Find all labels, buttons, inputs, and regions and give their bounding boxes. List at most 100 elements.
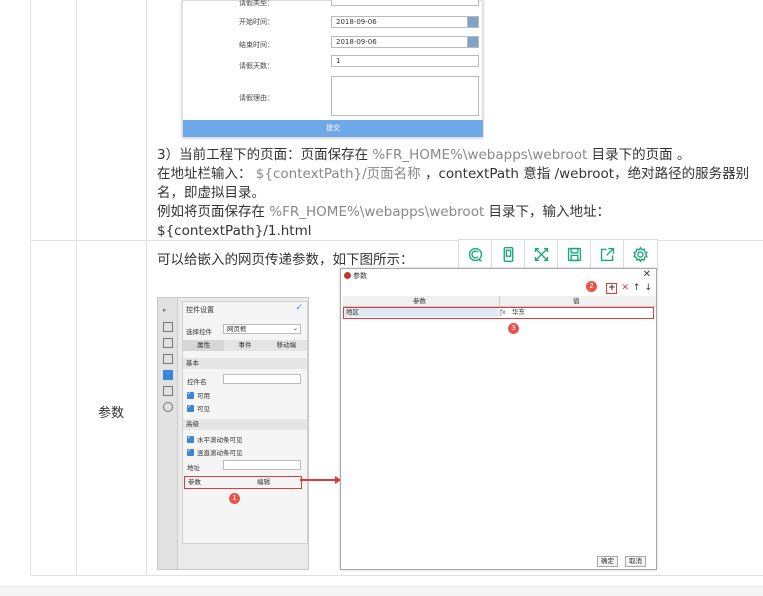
- widget-select[interactable]: 网页框 ⌄: [223, 324, 301, 334]
- grid-header: 参数 值: [343, 296, 656, 307]
- arrow-connector: [300, 479, 338, 481]
- param-dialog: 参数 ✕ 2 + ✕ ↑ ↓ 参数 值 地区 ƒx 华东 3 确定 取消: [340, 268, 657, 570]
- checkbox-visible[interactable]: 可见: [187, 403, 210, 413]
- section-basic[interactable]: 基本: [183, 358, 307, 369]
- form-row: 结束时间： 2018-09-06: [183, 36, 482, 54]
- code-path: %FR_HOME%\webapps\webroot: [372, 147, 588, 163]
- checkbox-hscroll[interactable]: 水平滚动条可见: [187, 434, 243, 444]
- start-time-value: 2018-09-06: [336, 18, 377, 26]
- checkbox-checked-icon: [187, 434, 194, 443]
- step-badge-2: 2: [586, 281, 597, 292]
- form-row: 请假天数： 1: [183, 55, 482, 75]
- param-row[interactable]: 地区 ƒx 华东: [343, 307, 654, 319]
- col-header-param: 参数: [413, 297, 426, 305]
- start-time-input[interactable]: 2018-09-06: [331, 16, 479, 28]
- code-path: ${contextPath}/页面名称: [255, 166, 421, 182]
- leave-type-label: 请假类型：: [239, 0, 274, 7]
- submit-button[interactable]: 提交: [183, 120, 483, 137]
- link-icon[interactable]: [163, 402, 173, 412]
- text: 例如将页面保存在: [157, 204, 270, 220]
- add-icon[interactable]: +: [606, 283, 618, 294]
- save-icon[interactable]: [558, 240, 591, 269]
- panel-tabs: 属性 事件 移动端: [183, 340, 307, 351]
- checkbox-checked-icon: [187, 447, 194, 456]
- param-row-label: 参数: [97, 406, 124, 421]
- share-icon[interactable]: [591, 240, 624, 269]
- panel-title: 控件设置: [186, 306, 214, 314]
- form-row: 请假类型：: [183, 0, 482, 12]
- reason-label: 请假理由：: [239, 94, 274, 102]
- tab-events[interactable]: 事件: [224, 340, 266, 351]
- checkbox-checked-icon: [187, 390, 194, 399]
- delete-icon[interactable]: ✕: [621, 283, 629, 294]
- step-badge-3: 3: [508, 323, 519, 334]
- app-logo-icon: [344, 272, 351, 279]
- days-label: 请假天数：: [239, 62, 274, 70]
- days-value: 1: [336, 57, 341, 65]
- move-up-icon[interactable]: ↑: [633, 283, 641, 294]
- param-edit-row[interactable]: 参数 编辑: [184, 476, 302, 489]
- form-row: 开始时间： 2018-09-06: [183, 16, 482, 31]
- checkbox-label: 可用: [197, 392, 210, 400]
- param-value-cell[interactable]: 华东: [512, 308, 525, 317]
- end-time-input[interactable]: 2018-09-06: [331, 36, 479, 48]
- frame-icon[interactable]: [163, 354, 173, 364]
- list-icon[interactable]: [163, 386, 173, 396]
- param-key-cell[interactable]: 地区: [344, 308, 499, 317]
- doc-paragraph: 3）当前工程下的页面：页面保存在 %FR_HOME%\webapps\webro…: [157, 146, 753, 241]
- widget-name-input[interactable]: [223, 374, 301, 384]
- checkbox-label: 竖直滚动条可见: [197, 449, 243, 457]
- select-widget-label: 选择控件: [186, 328, 212, 336]
- address-label: 地址: [187, 464, 200, 472]
- page-footer: [0, 586, 763, 596]
- check-icon[interactable]: ✓: [295, 303, 303, 313]
- col-header-value: 值: [573, 297, 580, 305]
- table-row-divider: [30, 575, 763, 576]
- checkbox-label: 水平滚动条可见: [197, 436, 243, 444]
- column-divider: [499, 296, 500, 307]
- designer-screenshot: ▸ 控件设置 ✓ 选择控件 网页框 ⌄ 属性 事件 移动端 基本 控件名 可用 …: [157, 297, 309, 570]
- widget-icon[interactable]: [163, 370, 173, 380]
- checkbox-label: 可见: [197, 405, 210, 413]
- settings-icon[interactable]: [624, 240, 657, 269]
- param-edit-link[interactable]: 编辑: [257, 477, 270, 487]
- checkbox-vscroll[interactable]: 竖直滚动条可见: [187, 447, 243, 457]
- table-divider: [76, 0, 77, 576]
- leave-type-select[interactable]: [331, 0, 479, 6]
- mobile-icon[interactable]: [492, 240, 525, 269]
- move-down-icon[interactable]: ↓: [644, 283, 652, 294]
- step-badge-1: 1: [229, 493, 240, 504]
- calendar-icon[interactable]: [467, 17, 478, 27]
- days-input[interactable]: 1: [331, 55, 479, 67]
- side-icon-bar: ▸: [158, 298, 178, 569]
- calendar-icon[interactable]: [467, 37, 478, 47]
- formula-icon[interactable]: ƒx: [500, 308, 506, 317]
- expand-icon[interactable]: [525, 240, 558, 269]
- text: 目录下的页面 。: [587, 147, 691, 163]
- end-time-value: 2018-09-06: [336, 38, 377, 46]
- tab-properties[interactable]: 属性: [183, 340, 225, 351]
- dialog-title: 参数: [353, 272, 367, 280]
- copy-c-icon[interactable]: [459, 240, 492, 269]
- chevron-down-icon: ⌄: [292, 325, 298, 332]
- cancel-button[interactable]: 取消: [625, 556, 646, 567]
- address-input[interactable]: [223, 460, 301, 470]
- layout-icon[interactable]: [163, 322, 173, 332]
- reason-textarea[interactable]: [331, 76, 479, 116]
- widget-select-value: 网页框: [227, 325, 247, 333]
- text: 在地址栏输入：: [157, 166, 256, 182]
- arrow-right-icon[interactable]: ▸: [163, 306, 173, 316]
- tab-mobile[interactable]: 移动端: [265, 340, 307, 351]
- checkbox-usable[interactable]: 可用: [187, 390, 210, 400]
- table-divider: [146, 0, 147, 576]
- section-advanced[interactable]: 高级: [183, 419, 307, 430]
- close-icon[interactable]: ✕: [643, 269, 651, 280]
- end-time-label: 结束时间：: [239, 41, 274, 49]
- checkbox-checked-icon: [187, 403, 194, 412]
- widget-settings-panel: 控件设置 ✓ 选择控件 网页框 ⌄ 属性 事件 移动端 基本 控件名 可用 可见…: [182, 301, 308, 544]
- page-icon[interactable]: [163, 338, 173, 348]
- ok-button[interactable]: 确定: [597, 556, 618, 567]
- dialog-toolbar: + ✕ ↑ ↓: [606, 283, 652, 294]
- widget-name-label: 控件名: [187, 378, 207, 386]
- text: 3）当前工程下的页面：页面保存在: [157, 147, 373, 163]
